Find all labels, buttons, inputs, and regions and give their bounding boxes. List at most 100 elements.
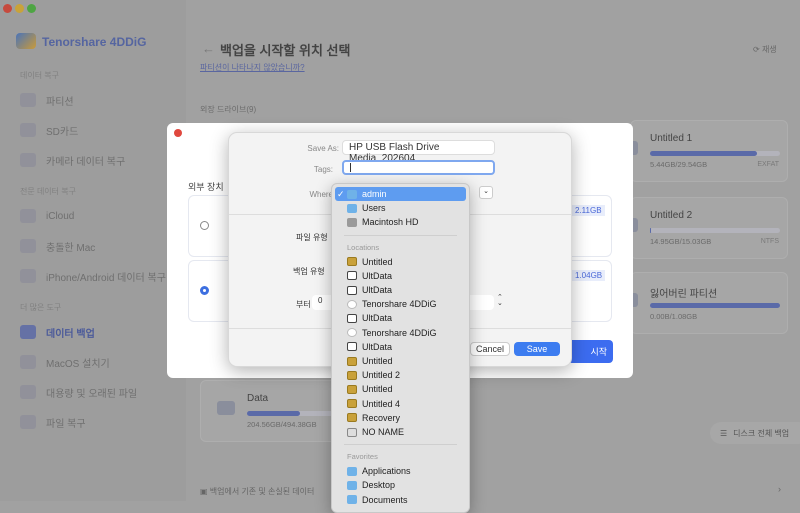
- radio-button[interactable]: [200, 221, 209, 230]
- drive-card[interactable]: Untitled 1 5.44GB/29.54GB EXFAT: [620, 120, 788, 182]
- ten-icon: [347, 328, 357, 338]
- sidebar-item[interactable]: 파일 복구: [20, 412, 86, 432]
- menu-item[interactable]: Applications: [335, 464, 466, 478]
- save-button[interactable]: Save: [514, 342, 560, 356]
- sidebar-item[interactable]: 데이터 백업: [20, 322, 95, 342]
- sidebar-item[interactable]: iPhone/Android 데이터 복구: [20, 266, 166, 286]
- menu-item-label: UltData: [362, 341, 393, 352]
- folder-icon: [347, 203, 357, 213]
- menu-item[interactable]: Users: [335, 201, 466, 215]
- menu-item[interactable]: Desktop: [335, 478, 466, 492]
- menu-item[interactable]: Documents: [335, 493, 466, 507]
- checkmark-icon: ✓: [337, 188, 345, 199]
- ten-icon: [347, 299, 357, 309]
- drive-filesystem: NTFS: [760, 238, 779, 245]
- tags-input[interactable]: [342, 160, 495, 175]
- menu-section-title: Favorites: [347, 452, 378, 462]
- menu-item[interactable]: NO NAME: [335, 425, 466, 439]
- minimize-window-button[interactable]: [15, 4, 24, 13]
- full-disk-backup-button[interactable]: ☰ 디스크 전체 백업: [710, 422, 800, 444]
- menu-separator: [344, 444, 457, 446]
- menu-item-label: Documents: [362, 494, 408, 505]
- refresh-icon: ⟳: [753, 45, 762, 54]
- ult-icon: [347, 271, 357, 281]
- disk-icon: [347, 370, 357, 380]
- folder-icon: [347, 189, 357, 199]
- drive-name: Data: [247, 393, 269, 404]
- chevron-right-icon[interactable]: ›: [778, 484, 781, 494]
- sidebar-item[interactable]: SD카드: [20, 120, 78, 140]
- refresh-button[interactable]: ⟳ 재생: [753, 44, 777, 55]
- folder-icon: [347, 480, 357, 490]
- sidebar-item-label: 데이터 백업: [46, 328, 95, 340]
- zoom-window-button[interactable]: [27, 4, 36, 13]
- disk-icon: [347, 257, 357, 267]
- menu-item[interactable]: Macintosh HD: [335, 215, 466, 229]
- sidebar-item[interactable]: MacOS 설치기: [20, 352, 110, 372]
- menu-item-label: UltData: [362, 270, 393, 281]
- menu-item[interactable]: Untitled: [335, 354, 466, 368]
- sidebar-item-label: iPhone/Android 데이터 복구: [46, 272, 166, 284]
- menu-item-label: Untitled 2: [362, 370, 401, 381]
- from-label: 부터: [296, 300, 311, 309]
- menu-item-label: Users: [362, 203, 386, 214]
- menu-item[interactable]: Recovery: [335, 411, 466, 425]
- file-type-label: 파일 유형: [296, 233, 328, 242]
- full-disk-backup-label: 디스크 전체 백업: [733, 428, 790, 438]
- disk-icon: [347, 384, 357, 394]
- menu-item-label: admin: [362, 189, 387, 199]
- radio-button-selected[interactable]: [200, 286, 209, 295]
- sidebar-item[interactable]: 파티션: [20, 90, 74, 110]
- section-label: 외장 드라이브(9): [200, 105, 257, 114]
- sidebar-item-label: 파티션: [46, 96, 74, 108]
- sidebar-item-label: 충돌한 Mac: [46, 242, 96, 254]
- save-as-label: Save As:: [307, 144, 339, 153]
- drive-card[interactable]: 잃어버린 파티션 0.00B/1.08GB: [620, 272, 788, 334]
- save-as-input[interactable]: HP USB Flash Drive Media_202604: [342, 140, 495, 164]
- close-window-button[interactable]: [3, 4, 12, 13]
- drive-icon: [217, 401, 235, 415]
- menu-item[interactable]: Tenorshare 4DDiG: [335, 326, 466, 340]
- start-button[interactable]: 시작: [568, 340, 613, 363]
- cancel-button[interactable]: Cancel: [470, 342, 510, 356]
- expand-chevron-button[interactable]: ⌄: [479, 186, 493, 199]
- bottom-note: ▣ 백업에서 기존 및 손실된 데이터: [200, 486, 314, 497]
- sidebar-item-label: MacOS 설치기: [46, 358, 110, 370]
- brand-logo-icon: [16, 33, 36, 49]
- menu-item-label: Untitled 4: [362, 398, 401, 409]
- menu-item-label: Untitled: [362, 384, 393, 395]
- where-label: Where: [309, 190, 333, 199]
- menu-item[interactable]: Tenorshare 4DDiG: [335, 297, 466, 311]
- sidebar-section-title: 더 많은 도구: [20, 303, 62, 312]
- sidebar-item[interactable]: 카메라 데이터 복구: [20, 150, 125, 170]
- dialog-heading: 외부 장치: [188, 182, 224, 192]
- close-dialog-button[interactable]: [174, 129, 182, 137]
- menu-item[interactable]: Untitled 2: [335, 368, 466, 382]
- sidebar-item-icon: [20, 153, 36, 167]
- back-arrow-icon[interactable]: ←: [202, 41, 215, 56]
- menu-item[interactable]: Untitled: [335, 382, 466, 396]
- drive-usage-text: 5.44GB/29.54GB: [650, 160, 708, 169]
- menu-item[interactable]: UltData: [335, 311, 466, 325]
- menu-item[interactable]: Untitled: [335, 255, 466, 269]
- sidebar-section-title: 전문 데이터 복구: [20, 187, 76, 196]
- help-link[interactable]: 파티션이 나타나지 않았습니까?: [200, 62, 305, 73]
- menu-item[interactable]: Untitled 4: [335, 397, 466, 411]
- drive-usage-fill: [650, 151, 757, 156]
- menu-item[interactable]: UltData: [335, 269, 466, 283]
- sidebar-item[interactable]: iCloud: [20, 206, 74, 226]
- disk-icon: [347, 356, 357, 366]
- sidebar-item-label: 대용량 및 오래된 파일: [46, 388, 138, 400]
- disk-icon: [347, 413, 357, 423]
- drive-name: 잃어버린 파티션: [650, 289, 718, 300]
- sidebar-item[interactable]: 대용량 및 오래된 파일: [20, 382, 137, 402]
- menu-item-label: UltData: [362, 285, 393, 295]
- drive-card[interactable]: Untitled 2 14.95GB/15.03GB NTFS: [620, 197, 788, 259]
- menu-item[interactable]: UltData: [335, 340, 466, 354]
- tags-label: Tags:: [313, 165, 333, 174]
- stepper[interactable]: ⌃ ⌄: [497, 294, 503, 307]
- sidebar-item[interactable]: 충돌한 Mac: [20, 236, 95, 256]
- menu-item[interactable]: UltData: [335, 283, 466, 297]
- list-icon: ☰: [720, 428, 728, 438]
- menu-item[interactable]: ✓ admin: [335, 187, 466, 201]
